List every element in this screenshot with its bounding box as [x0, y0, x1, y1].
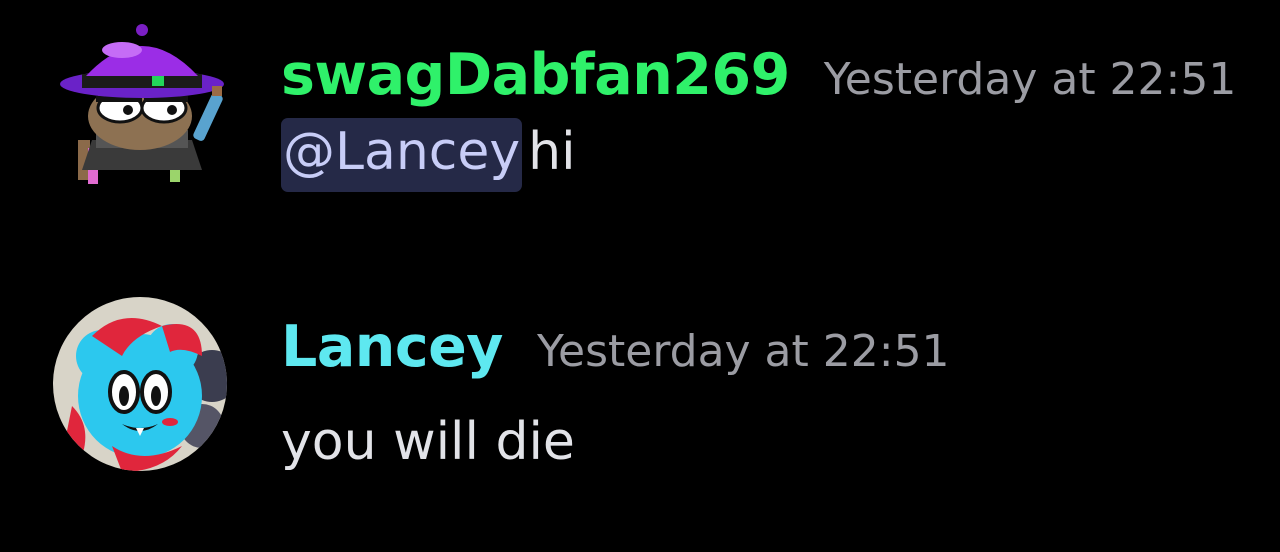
message-item: Lancey Yesterday at 22:51 you will die: [0, 296, 1280, 496]
message-header: swagDabfan269 Yesterday at 22:51: [281, 42, 1236, 108]
message-content: you will die: [281, 412, 575, 472]
avatar[interactable]: [52, 296, 228, 472]
user-mention[interactable]: @Lancey: [281, 118, 523, 192]
avatar-image: [53, 297, 227, 471]
avatar-image: [60, 24, 224, 184]
avatar[interactable]: [52, 20, 228, 196]
message-header: Lancey Yesterday at 22:51: [281, 314, 950, 380]
message-text: hi: [528, 122, 576, 182]
message-text: you will die: [281, 412, 575, 472]
message-content: @Lancey hi: [281, 118, 576, 192]
username[interactable]: swagDabfan269: [281, 42, 790, 108]
message-item: swagDabfan269 Yesterday at 22:51 @Lancey h…: [0, 20, 1280, 220]
timestamp: Yesterday at 22:51: [823, 54, 1237, 105]
chat-message-list: swagDabfan269 Yesterday at 22:51 @Lancey h…: [0, 0, 1280, 552]
timestamp: Yesterday at 22:51: [536, 326, 950, 377]
username[interactable]: Lancey: [281, 314, 503, 380]
